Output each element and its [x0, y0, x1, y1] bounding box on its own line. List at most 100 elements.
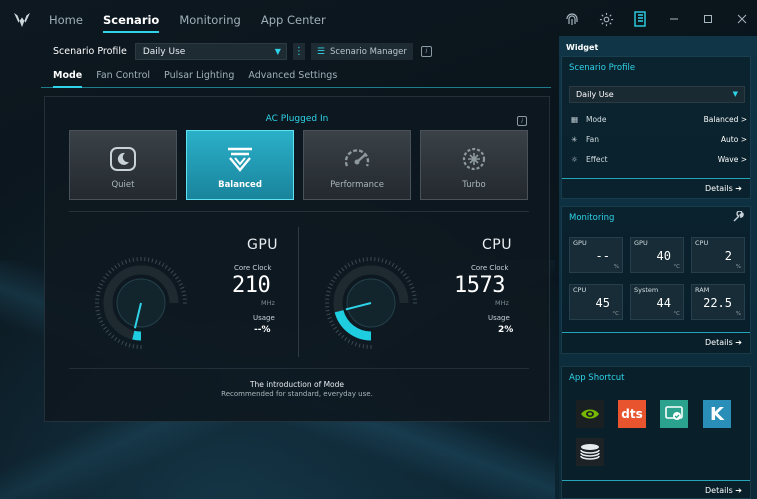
- k-app-icon[interactable]: K: [703, 400, 731, 428]
- minimize-icon[interactable]: [665, 10, 683, 28]
- gauge-tick: [111, 334, 115, 339]
- gauge-tick: [100, 279, 105, 283]
- scenario-manager-button[interactable]: ☰ Scenario Manager: [310, 43, 413, 60]
- gauge-tick: [164, 265, 168, 269]
- gauge-tick: [151, 258, 154, 263]
- widget-profile-details-link[interactable]: Details ➔: [705, 184, 742, 193]
- nav-home[interactable]: Home: [49, 9, 83, 31]
- maximize-icon[interactable]: [699, 10, 717, 28]
- gauge-tick: [358, 343, 361, 348]
- gauge-tick: [177, 279, 182, 283]
- gpu-title: GPU: [247, 237, 279, 253]
- monitor-value: --: [595, 249, 610, 263]
- tab-mode[interactable]: Mode: [53, 70, 83, 88]
- gauge-tick: [97, 286, 102, 290]
- gauge-tick: [412, 294, 417, 297]
- widget-shortcut-divider: [562, 480, 750, 481]
- widget-shortcut-details-link[interactable]: Details ➔: [705, 486, 742, 495]
- gauge-tick: [329, 320, 334, 323]
- nav-app-center[interactable]: App Center: [261, 9, 326, 31]
- widget-panel-icon[interactable]: [631, 10, 649, 28]
- mode-card-performance[interactable]: Performance: [303, 130, 411, 200]
- gauge-tick: [178, 283, 183, 286]
- nvidia-icon[interactable]: [576, 400, 604, 428]
- monitor-label: System: [634, 286, 659, 294]
- cpu-usage-label: Usage: [488, 314, 510, 322]
- gauge-tick: [405, 276, 409, 280]
- gauge-tick: [381, 258, 384, 263]
- gauge-tick: [100, 323, 105, 327]
- monitor-label: GPU: [573, 239, 587, 247]
- widget-profile-value: Daily Use: [576, 90, 614, 99]
- tab-pulsar-lighting[interactable]: Pulsar Lighting: [164, 70, 234, 84]
- mode-card-balanced[interactable]: Balanced: [186, 130, 294, 200]
- close-icon[interactable]: [733, 10, 751, 28]
- fingerprint-icon[interactable]: [563, 10, 581, 28]
- fan-icon: ✳: [571, 135, 578, 144]
- gauge-tick: [338, 270, 342, 274]
- performance-mode-icon: [344, 149, 370, 167]
- cpu-usage-value: 2%: [498, 325, 514, 335]
- gauge-tick: [124, 342, 128, 347]
- gauge-tick: [325, 309, 330, 312]
- gauge-tick: [180, 286, 185, 290]
- widget-row-effect-value: Wave >: [717, 155, 747, 164]
- tab-fan-control[interactable]: Fan Control: [96, 70, 150, 84]
- gauge-tick: [410, 286, 415, 290]
- gauge-tick: [128, 258, 131, 263]
- widget-monitoring-card: Monitoring GPU -- % GPU 40 °C CPU 2 % CP…: [561, 206, 751, 354]
- gauge-tick: [402, 273, 407, 277]
- dts-icon[interactable]: dts: [618, 400, 646, 428]
- gauge-tick: [358, 258, 361, 263]
- mode-label-performance: Performance: [330, 180, 384, 190]
- predator-logo-icon: [14, 12, 30, 28]
- gauge-tick: [335, 273, 340, 277]
- widget-row-fan[interactable]: ✳ Fan Auto >: [571, 135, 747, 147]
- more-options-button[interactable]: ⋮: [292, 43, 305, 60]
- mode-card-turbo[interactable]: Turbo: [420, 130, 528, 200]
- gauge-tick: [344, 265, 348, 269]
- monitor-value: 45: [595, 296, 610, 310]
- gauge-tick: [377, 257, 380, 262]
- gauge-tick: [347, 262, 351, 267]
- gauge-tick: [117, 262, 121, 267]
- screen-share-icon[interactable]: [660, 400, 688, 428]
- widget-row-mode[interactable]: ▦ Mode Balanced >: [571, 115, 747, 127]
- widget-profile-select[interactable]: Daily Use ▼: [569, 86, 745, 103]
- monitor-label: GPU: [634, 239, 648, 247]
- gauge-tick: [351, 340, 354, 345]
- widget-monitoring-details-link[interactable]: Details ➔: [705, 338, 742, 347]
- scenario-profile-select[interactable]: Daily Use ▼: [134, 43, 287, 60]
- monitor-value: 22.5: [703, 296, 732, 310]
- wrench-icon[interactable]: [732, 211, 744, 223]
- list-icon: ☰: [316, 46, 325, 57]
- gauge-tick: [103, 326, 107, 330]
- dropdown-arrow-icon: ▼: [732, 90, 738, 98]
- gauge-tick: [128, 343, 131, 348]
- mode-card-quiet[interactable]: Quiet: [69, 130, 177, 200]
- gauge-tick: [341, 267, 345, 272]
- settings-icon[interactable]: [597, 10, 615, 28]
- nav-scenario[interactable]: Scenario: [102, 9, 160, 33]
- mode-label-balanced: Balanced: [218, 180, 262, 190]
- widget-profile-title: Scenario Profile: [569, 63, 636, 73]
- gauge-tick: [384, 259, 388, 264]
- gauge-tick: [95, 309, 100, 312]
- gauge-tick: [333, 276, 337, 280]
- storage-app-icon[interactable]: [576, 438, 604, 466]
- monitor-unit: %: [613, 264, 619, 270]
- window-controls: [563, 10, 751, 28]
- info-icon[interactable]: i: [420, 46, 432, 57]
- power-info-icon[interactable]: i: [517, 116, 527, 126]
- gauge-tick: [397, 267, 401, 272]
- gauge-tick: [114, 265, 118, 269]
- widget-row-effect[interactable]: ☼ Effect Wave >: [571, 155, 747, 167]
- gauge-tick: [330, 323, 335, 327]
- gauge-tick: [182, 294, 187, 297]
- gauge-tick: [338, 332, 342, 336]
- intro-divider: [69, 368, 529, 369]
- tab-advanced-settings[interactable]: Advanced Settings: [248, 70, 337, 84]
- gauge-tick: [400, 270, 404, 274]
- monitor-cpu-temp: CPU 45 °C: [569, 284, 623, 320]
- nav-monitoring[interactable]: Monitoring: [179, 9, 241, 31]
